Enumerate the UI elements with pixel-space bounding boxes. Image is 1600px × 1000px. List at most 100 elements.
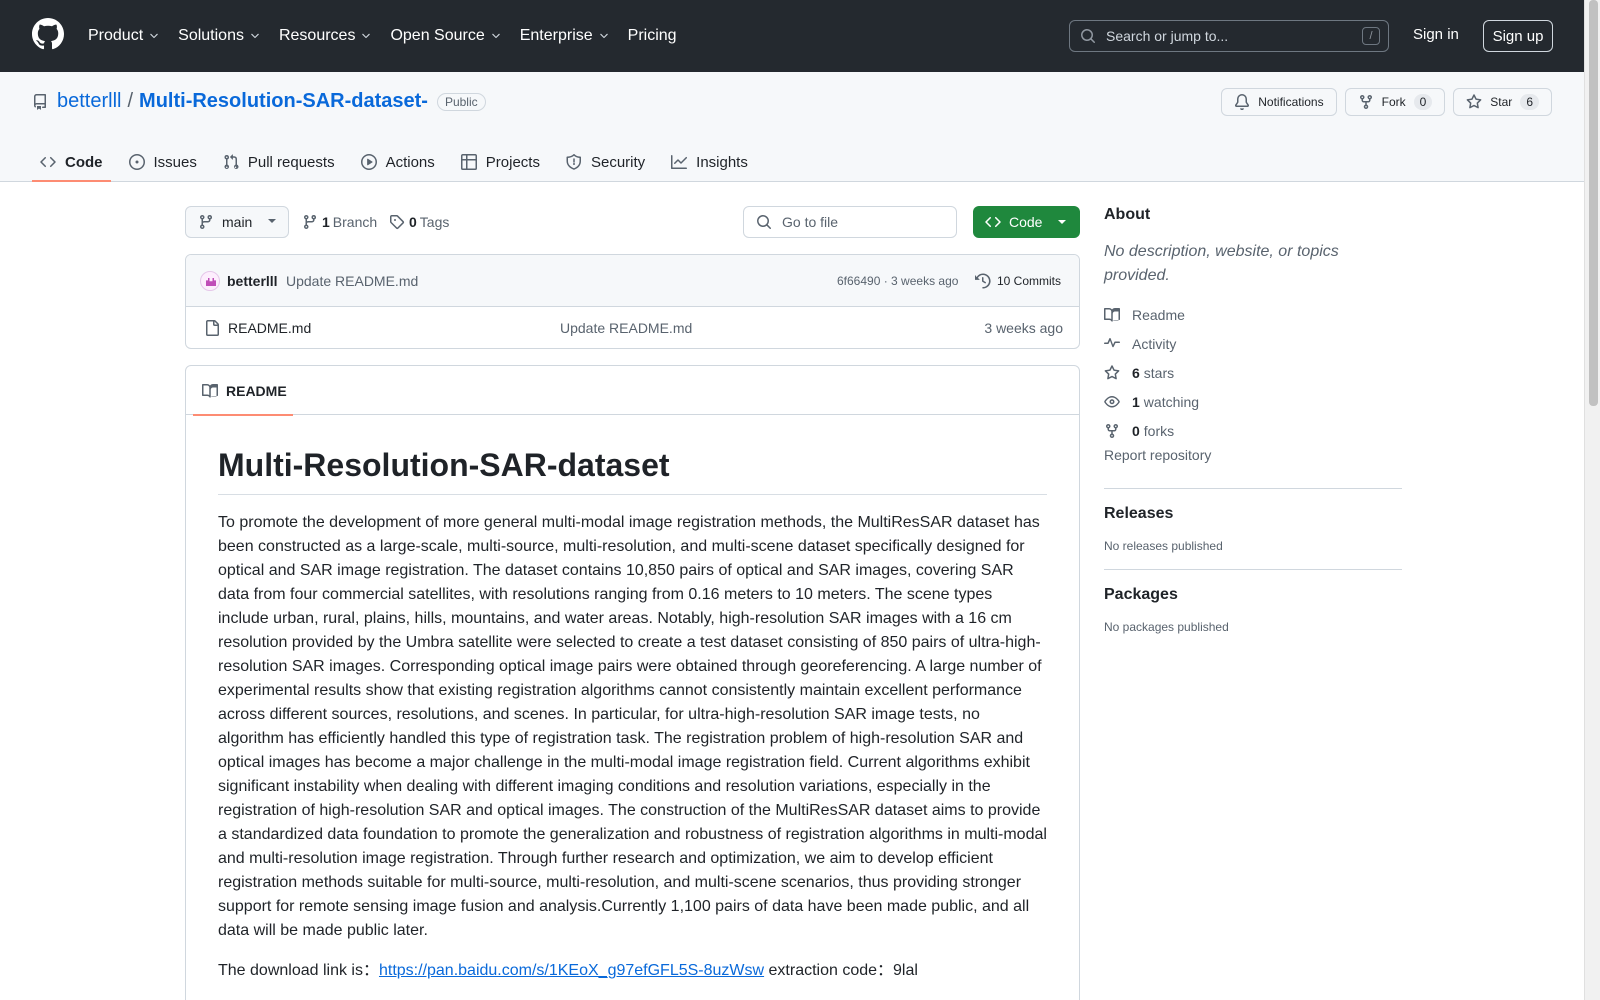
nav-pricing[interactable]: Pricing — [628, 27, 677, 45]
fork-icon — [1359, 94, 1372, 110]
caret-down-icon — [268, 219, 276, 223]
releases-empty-text: No releases published — [1104, 539, 1223, 553]
report-repository-link[interactable]: Report repository — [1104, 447, 1402, 472]
packages-heading[interactable]: Packages — [1104, 586, 1402, 604]
book-icon — [1104, 307, 1120, 322]
tab-actions[interactable]: Actions — [353, 142, 443, 182]
forks-label: forks — [1143, 422, 1175, 439]
fork-label: Fork — [1381, 95, 1406, 109]
chevron-down-icon — [491, 33, 500, 39]
path-separator: / — [127, 90, 134, 112]
star-counter: 6 — [1520, 94, 1539, 110]
caret-down-icon — [1058, 220, 1066, 224]
extraction-code: extraction code：9lal — [764, 962, 918, 979]
nav-solutions[interactable]: Solutions — [178, 27, 261, 45]
keyboard-shortcut-badge: / — [1362, 27, 1380, 45]
tab-projects[interactable]: Projects — [453, 142, 548, 182]
pulse-icon — [1104, 337, 1120, 347]
watching-label: watching — [1143, 393, 1200, 410]
file-toolbar: main 1 Branch 0 Tags Go to file Code — [185, 206, 1080, 238]
tab-issues[interactable]: Issues — [121, 142, 205, 182]
nav-resources-label: Resources — [278, 27, 356, 44]
fork-icon — [1106, 423, 1118, 438]
chevron-down-icon — [150, 33, 158, 39]
notifications-button[interactable]: Notifications — [1221, 88, 1337, 116]
scrollbar-thumb[interactable] — [1589, 0, 1598, 406]
nav-resources[interactable]: Resources — [279, 27, 372, 45]
repo-tabs: Code Issues Pull requests Actions Projec… — [32, 142, 766, 182]
nav-product[interactable]: Product — [88, 27, 160, 45]
sign-in-link[interactable]: Sign in — [1413, 26, 1459, 43]
table-row: README.md Update README.md 3 weeks ago — [186, 307, 1079, 348]
commit-message-link[interactable]: Update README.md — [286, 273, 418, 289]
watching-link[interactable]: 1 watching — [1104, 387, 1402, 416]
notifications-label: Notifications — [1258, 95, 1324, 109]
forks-link[interactable]: 0 forks — [1104, 416, 1402, 445]
releases-heading[interactable]: Releases — [1104, 505, 1402, 523]
nav-solutions-label: Solutions — [178, 27, 244, 44]
issue-opened-icon — [128, 154, 145, 170]
commits-count: 10 Commits — [997, 274, 1062, 288]
star-icon — [1466, 94, 1482, 109]
branches-link[interactable]: 1 Branch — [302, 206, 377, 238]
readme-tabbar: README — [186, 366, 1079, 416]
branch-selector[interactable]: main — [185, 206, 289, 238]
download-prefix: The download link is： — [218, 962, 379, 979]
tab-actions-label: Actions — [385, 153, 435, 171]
stars-link[interactable]: 6 stars — [1104, 358, 1402, 387]
nav-enterprise[interactable]: Enterprise — [520, 27, 610, 45]
avatar[interactable] — [200, 271, 220, 291]
search-input[interactable]: Search or jump to... / — [1069, 20, 1389, 52]
commit-author-link[interactable]: betterlll — [227, 273, 278, 289]
fork-button[interactable]: Fork 0 — [1344, 88, 1446, 116]
branch-label: Branch — [332, 214, 378, 230]
page-scrollbar[interactable] — [1584, 0, 1600, 1000]
tab-insights[interactable]: Insights — [663, 142, 756, 182]
branch-icon — [304, 214, 316, 230]
file-name-link[interactable]: README.md — [228, 320, 311, 336]
sidebar-divider — [1104, 569, 1402, 570]
repo-actions: Notifications Fork 0 Star 6 — [1221, 88, 1552, 116]
file-commit-link[interactable]: Update README.md — [560, 320, 692, 336]
code-button-label: Code — [1009, 214, 1043, 230]
readme-tab[interactable]: README — [193, 366, 293, 416]
go-to-file-input[interactable]: Go to file — [743, 206, 957, 238]
star-button[interactable]: Star 6 — [1453, 88, 1552, 116]
nav-open-source[interactable]: Open Source — [390, 27, 501, 45]
chevron-down-icon — [599, 33, 608, 39]
repo-owner-link[interactable]: betterlll — [57, 90, 121, 113]
tab-security[interactable]: Security — [558, 142, 653, 182]
commits-history-link[interactable]: 10 Commits — [975, 273, 1061, 289]
about-heading: About — [1104, 206, 1151, 223]
branch-icon — [200, 214, 212, 230]
activity-link-label: Activity — [1132, 335, 1177, 352]
book-icon — [202, 383, 218, 398]
code-dropdown-button[interactable]: Code — [973, 206, 1080, 238]
readme-link[interactable]: Readme — [1104, 300, 1402, 329]
chevron-down-icon — [362, 33, 371, 39]
fork-counter: 0 — [1413, 94, 1433, 110]
file-listing: betterlll Update README.md 6f66490 · 3 w… — [185, 254, 1080, 349]
commit-hash-time[interactable]: 6f66490 · 3 weeks ago — [837, 274, 958, 288]
repo-name-link[interactable]: Multi-Resolution-SAR-dataset- — [139, 90, 428, 113]
go-to-file-placeholder: Go to file — [782, 214, 839, 230]
search-icon — [757, 215, 771, 229]
star-icon — [1104, 364, 1120, 379]
repo-title: betterlll / Multi-Resolution-SAR-dataset… — [32, 90, 486, 113]
github-logo-icon[interactable] — [32, 18, 64, 50]
sign-up-button[interactable]: Sign up — [1483, 20, 1553, 52]
code-icon — [40, 156, 56, 168]
tab-pull-requests-label: Pull requests — [247, 153, 335, 171]
latest-commit-row: betterlll Update README.md 6f66490 · 3 w… — [186, 255, 1079, 307]
readme-body: Multi-Resolution-SAR-dataset To promote … — [186, 415, 1079, 983]
activity-link[interactable]: Activity — [1104, 329, 1402, 358]
tags-link[interactable]: 0 Tags — [389, 206, 449, 238]
download-line: The download link is：https://pan.baidu.c… — [218, 959, 1047, 983]
tab-code[interactable]: Code — [32, 142, 111, 182]
download-link[interactable]: https://pan.baidu.com/s/1KEoX_g97efGFL5S… — [379, 962, 764, 979]
readme-tab-label: README — [226, 382, 287, 399]
tab-pull-requests[interactable]: Pull requests — [215, 142, 343, 182]
about-list: Readme Activity 6 stars 1 watching 0 for… — [1104, 300, 1402, 472]
file-age: 3 weeks ago — [984, 320, 1063, 336]
search-icon — [1081, 29, 1095, 43]
